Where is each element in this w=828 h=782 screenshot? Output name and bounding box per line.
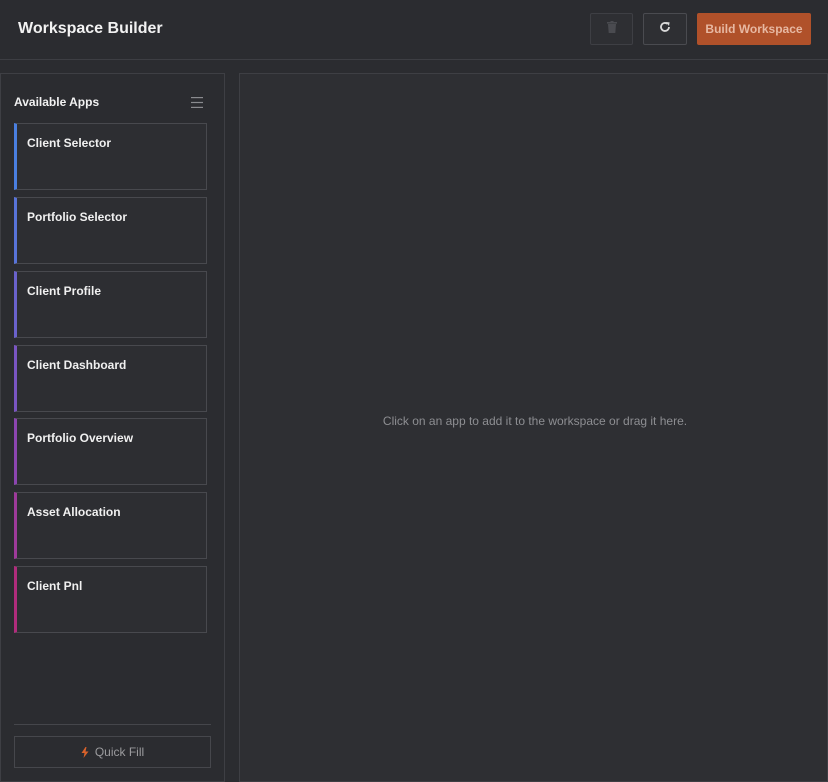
delete-button[interactable]: [590, 13, 633, 45]
app-card-label: Client Pnl: [27, 579, 83, 593]
menu-icon[interactable]: [191, 95, 203, 108]
app-card-client-pnl[interactable]: Client Pnl: [14, 566, 207, 633]
trash-icon: [606, 20, 617, 38]
refresh-button[interactable]: [643, 13, 687, 45]
empty-state-message: Click on an app to add it to the workspa…: [382, 414, 688, 428]
app-card-label: Asset Allocation: [27, 505, 121, 519]
sidebar-divider: [14, 724, 211, 725]
refresh-icon: [659, 20, 671, 38]
workspace-canvas[interactable]: Click on an app to add it to the workspa…: [239, 73, 828, 782]
app-card-client-profile[interactable]: Client Profile: [14, 271, 207, 338]
apps-sidebar: Available Apps Client Selector Portfolio…: [0, 73, 225, 782]
quick-fill-button[interactable]: Quick Fill: [14, 736, 211, 768]
quick-fill-label: Quick Fill: [94, 745, 145, 759]
app-card-client-selector[interactable]: Client Selector: [14, 123, 207, 190]
build-workspace-button[interactable]: Build Workspace: [697, 13, 811, 45]
app-card-portfolio-selector[interactable]: Portfolio Selector: [14, 197, 207, 264]
app-card-client-dashboard[interactable]: Client Dashboard: [14, 345, 207, 412]
app-card-asset-allocation[interactable]: Asset Allocation: [14, 492, 207, 559]
app-card-label: Client Profile: [27, 284, 102, 298]
app-card-portfolio-overview[interactable]: Portfolio Overview: [14, 418, 207, 485]
sidebar-title: Available Apps: [14, 95, 100, 109]
app-card-label: Portfolio Selector: [27, 210, 128, 224]
app-card-label: Client Dashboard: [27, 358, 127, 372]
app-card-label: Portfolio Overview: [27, 431, 134, 445]
lightning-icon: [81, 746, 89, 758]
page-title: Workspace Builder: [18, 20, 163, 37]
top-header: Workspace Builder Build Workspace: [0, 0, 828, 60]
app-card-label: Client Selector: [27, 136, 112, 150]
